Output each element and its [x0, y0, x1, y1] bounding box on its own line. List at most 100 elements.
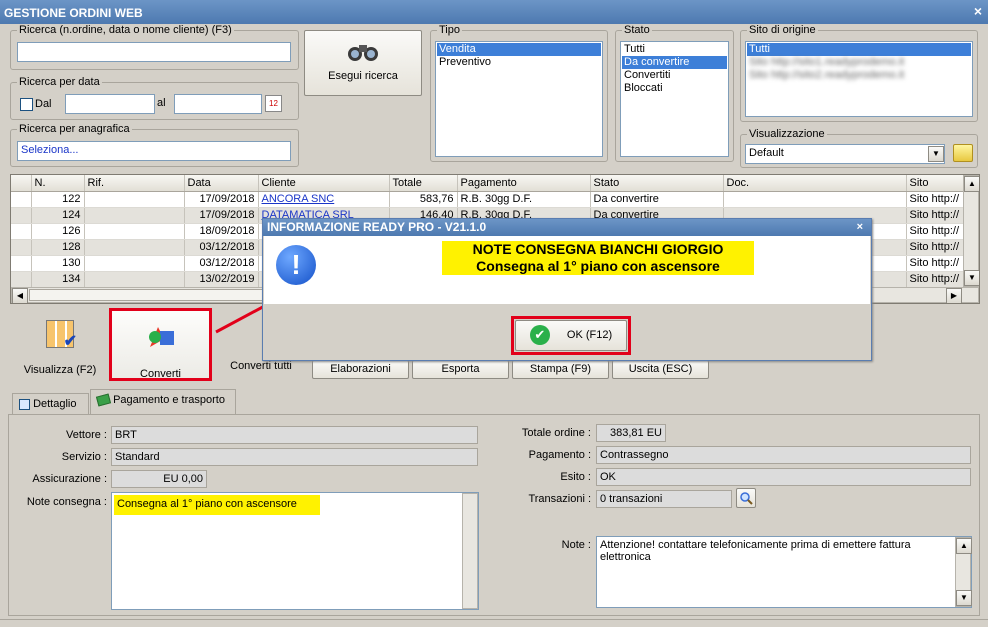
- stato-list[interactable]: Tutti Da convertire Convertiti Bloccati: [620, 41, 729, 157]
- cell-n: 122: [31, 191, 85, 208]
- servizio-field: Standard: [111, 448, 478, 466]
- date-to-field[interactable]: [174, 94, 262, 114]
- note-consegna-scrollbar[interactable]: [462, 493, 478, 609]
- cell-data: 17/09/2018: [184, 191, 259, 208]
- cell-n: 130: [31, 255, 85, 272]
- cell-n: 134: [31, 271, 85, 288]
- stato-item-bloccati[interactable]: Bloccati: [622, 82, 727, 95]
- note-scroll-down-icon[interactable]: ▼: [956, 590, 972, 606]
- stato-item-da-convertire[interactable]: Da convertire: [622, 56, 727, 69]
- ok-button[interactable]: ✔ OK (F12): [515, 320, 627, 351]
- esporta-button[interactable]: Esporta: [412, 360, 509, 379]
- col-data[interactable]: Data: [184, 175, 259, 192]
- visualizza-button[interactable]: ✔ Visualizza (F2): [14, 310, 106, 380]
- vettore-label: Vettore :: [66, 429, 107, 441]
- scroll-right-icon[interactable]: ▶: [946, 288, 962, 303]
- row-indicator: [11, 271, 32, 288]
- dialog-titlebar: INFORMAZIONE READY PRO - V21.1.0 ×: [263, 219, 871, 236]
- scroll-left-icon[interactable]: ◀: [12, 288, 28, 303]
- assicurazione-label: Assicurazione :: [32, 473, 107, 485]
- cell-data: 03/12/2018: [184, 255, 259, 272]
- scroll-down-icon[interactable]: ▼: [964, 270, 979, 286]
- dal-checkbox[interactable]: [20, 98, 33, 111]
- note-scrollbar[interactable]: ▲ ▼: [955, 537, 972, 607]
- tipo-item-vendita[interactable]: Vendita: [437, 43, 601, 56]
- converti-icon: [148, 327, 174, 347]
- transazioni-label: Transazioni :: [528, 493, 591, 505]
- tab-dettaglio[interactable]: Dettaglio: [12, 393, 89, 415]
- uscita-button[interactable]: Uscita (ESC): [612, 360, 709, 379]
- visualizzazione-select[interactable]: Default: [745, 144, 945, 164]
- anag-search-input[interactable]: Seleziona...: [17, 141, 291, 161]
- search-button[interactable]: Esegui ricerca: [304, 30, 422, 96]
- tab-pagamento[interactable]: Pagamento e trasporto: [90, 389, 236, 415]
- table-row[interactable]: 122 17/09/2018 ANCORA SNC 583,76 R.B. 30…: [11, 191, 965, 208]
- note-label: Note :: [561, 539, 591, 551]
- col-cliente[interactable]: Cliente: [258, 175, 390, 192]
- note-field[interactable]: Attenzione! contattare telefonicamente p…: [596, 536, 972, 608]
- sito-item-tutti[interactable]: Tutti: [747, 43, 971, 56]
- search-input[interactable]: [17, 42, 291, 62]
- converti-button[interactable]: Converti: [112, 311, 209, 380]
- cell-sito: Sito http://: [906, 223, 965, 240]
- col-totale[interactable]: Totale: [389, 175, 458, 192]
- row-indicator: [11, 191, 32, 208]
- stampa-button[interactable]: Stampa (F9): [512, 360, 609, 379]
- visualizza-label: Visualizza (F2): [23, 364, 97, 376]
- sito-item-2[interactable]: Sito http://sito2.readyprodemo.it: [747, 69, 971, 82]
- grid-vscrollbar[interactable]: ▲ ▼: [963, 175, 979, 287]
- col-stato[interactable]: Stato: [590, 175, 724, 192]
- pagamento-field: Contrassegno: [596, 446, 971, 464]
- cliente-link[interactable]: ANCORA SNC: [262, 193, 335, 205]
- calendar-icon[interactable]: 12: [265, 95, 282, 112]
- totale-label: Totale ordine :: [521, 427, 591, 439]
- visualizzazione-label: Visualizzazione: [747, 128, 827, 140]
- header-indicator: [11, 175, 32, 192]
- tab-pagamento-label: Pagamento e trasporto: [113, 394, 225, 406]
- note-consegna-label: Note consegna :: [26, 496, 107, 508]
- info-icon: !: [276, 245, 316, 285]
- cell-rif: [84, 239, 185, 256]
- dialog-close-icon[interactable]: ×: [857, 219, 863, 236]
- chevron-down-icon[interactable]: ▼: [928, 146, 944, 162]
- cell-cliente[interactable]: ANCORA SNC: [258, 191, 390, 208]
- dialog-line2: Consegna al 1° piano con ascensore: [476, 258, 720, 274]
- magnifier-icon: [740, 492, 753, 505]
- tipo-item-preventivo[interactable]: Preventivo: [437, 56, 601, 69]
- status-bar: [0, 619, 988, 627]
- info-dialog: INFORMAZIONE READY PRO - V21.1.0 × ! NOT…: [262, 218, 872, 361]
- date-search-label: Ricerca per data: [17, 76, 102, 88]
- assicurazione-field: EU 0,00: [111, 470, 207, 488]
- col-doc[interactable]: Doc.: [723, 175, 907, 192]
- col-n[interactable]: N.: [31, 175, 85, 192]
- tipo-list[interactable]: Vendita Preventivo: [435, 41, 603, 157]
- sito-group: Sito di origine Tutti Sito http://sito1.…: [740, 24, 978, 122]
- col-pagamento[interactable]: Pagamento: [457, 175, 591, 192]
- note-scroll-up-icon[interactable]: ▲: [956, 538, 972, 554]
- date-from-field[interactable]: [65, 94, 155, 114]
- tab-dettaglio-label: Dettaglio: [33, 398, 77, 410]
- folder-icon[interactable]: [953, 144, 973, 162]
- sito-item-1[interactable]: Sito http://sito1.readyprodemo.it: [747, 56, 971, 69]
- cell-sito: Sito http://: [906, 255, 965, 272]
- row-indicator: [11, 207, 32, 224]
- close-icon[interactable]: ×: [974, 3, 982, 19]
- cell-n: 124: [31, 207, 85, 224]
- cell-sito: Sito http://: [906, 207, 965, 224]
- row-indicator: [11, 239, 32, 256]
- col-sito[interactable]: Sito: [906, 175, 965, 192]
- stato-item-convertiti[interactable]: Convertiti: [622, 69, 727, 82]
- col-rif[interactable]: Rif.: [84, 175, 185, 192]
- scroll-up-icon[interactable]: ▲: [964, 176, 979, 192]
- sito-list[interactable]: Tutti Sito http://sito1.readyprodemo.it …: [745, 41, 973, 117]
- dialog-message: NOTE CONSEGNA BIANCHI GIORGIO Consegna a…: [442, 241, 754, 275]
- row-indicator: [11, 223, 32, 240]
- elaborazioni-button[interactable]: Elaborazioni: [312, 360, 409, 379]
- cell-rif: [84, 223, 185, 240]
- search-transazioni-button[interactable]: [736, 488, 756, 508]
- binoculars-icon: [348, 45, 378, 61]
- converti-tutti-label: Converti tutti: [230, 360, 292, 372]
- stato-item-tutti[interactable]: Tutti: [622, 43, 727, 56]
- note-consegna-field[interactable]: Consegna al 1° piano con ascensore: [111, 492, 479, 610]
- cell-n: 126: [31, 223, 85, 240]
